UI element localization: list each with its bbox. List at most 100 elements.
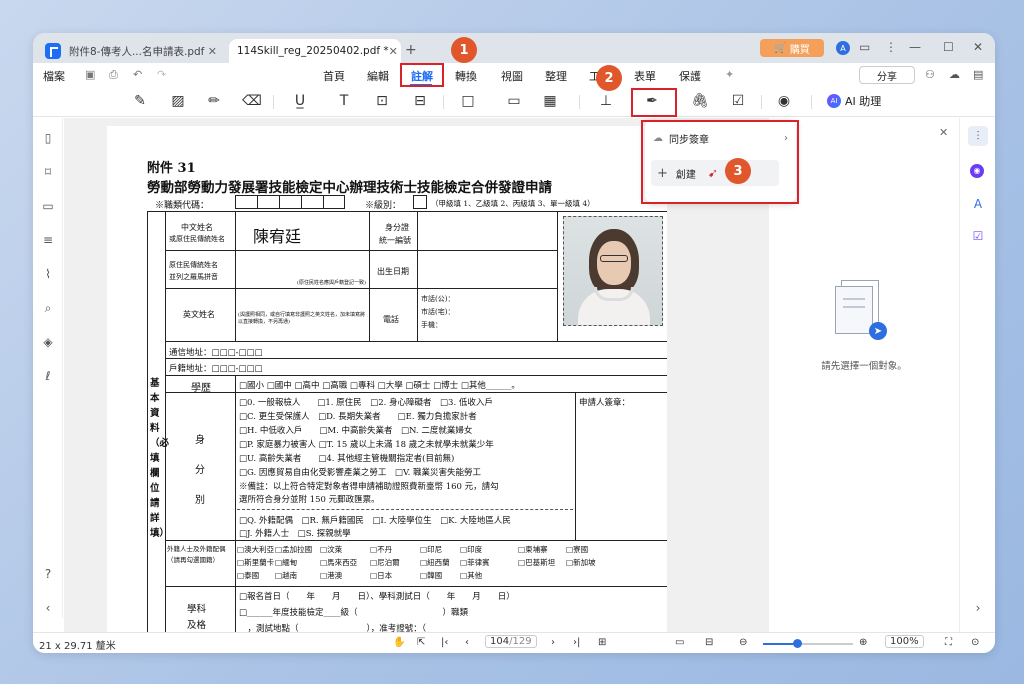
- annotation-toolbar: ✎ ▨ ✏ ⌫ U̲ T ⊡ ⊟ □ ▭ ▦ ⊥ ✒ 🖇 ☑ ◉ AI AI 助理: [33, 87, 995, 117]
- side-label: 基 本 資 料（必填欄位請詳填）: [150, 378, 170, 539]
- tab-document-1[interactable]: 附件8-傳考人...名申請表.pdf ✕: [45, 39, 225, 63]
- attachment-icon[interactable]: 🖇: [689, 90, 711, 112]
- settings-icon[interactable]: ⊙: [971, 637, 979, 648]
- menu-protect[interactable]: 保護: [679, 68, 701, 84]
- tab-document-2[interactable]: 114Skill_reg_20250402.pdf * ✕: [229, 39, 401, 63]
- doc-title: 勞動部勞動力發展署技能檢定中心辦理技術士技能檢定合併發證申請: [147, 180, 552, 196]
- menu-form[interactable]: 表單: [634, 68, 656, 84]
- shape-icon[interactable]: □: [457, 90, 479, 112]
- menu-file[interactable]: 檔案: [43, 68, 65, 84]
- stamp-icon[interactable]: ⊥: [595, 90, 617, 112]
- hand-tool-icon[interactable]: ✋: [393, 637, 405, 648]
- callout-icon[interactable]: ⊟: [409, 90, 431, 112]
- underline-icon[interactable]: U̲: [289, 90, 311, 112]
- country-option: □日本: [370, 571, 393, 580]
- edu-options: □國小 □國中 □高中 □高職 □專科 □大學 □碩士 □博士 □其他_____…: [239, 381, 520, 391]
- country-option: □汶萊: [320, 545, 343, 554]
- fullscreen-icon[interactable]: ⛶: [945, 637, 952, 648]
- note-icon[interactable]: ▭: [503, 90, 525, 112]
- save-icon[interactable]: ▣: [85, 68, 95, 81]
- app-window: 附件8-傳考人...名申請表.pdf ✕ 114Skill_reg_202504…: [33, 33, 995, 653]
- attachment-icon[interactable]: ⌇: [40, 266, 56, 282]
- new-tab-icon[interactable]: +: [405, 42, 417, 58]
- properties-icon[interactable]: ⫶: [968, 126, 988, 146]
- collapse-icon[interactable]: ‹: [40, 600, 56, 616]
- zoom-in-icon[interactable]: ⊕: [859, 637, 867, 648]
- close-icon[interactable]: ✕: [208, 45, 217, 58]
- country-option: □越南: [275, 571, 298, 580]
- layers-list-icon[interactable]: ≡: [40, 232, 56, 248]
- window-close-icon[interactable]: ✕: [973, 40, 983, 54]
- org-icon[interactable]: ⚇: [925, 68, 935, 81]
- zoom-out-icon[interactable]: ⊖: [739, 637, 747, 648]
- identity-note: 選所符合身分並附 150 元郵政匯票。: [239, 495, 380, 505]
- print-icon[interactable]: ⎙: [109, 68, 118, 82]
- applicant-signature: 申請人簽章：: [579, 398, 631, 408]
- tab-bar: 附件8-傳考人...名申請表.pdf ✕ 114Skill_reg_202504…: [33, 33, 995, 63]
- close-icon[interactable]: ✕: [389, 45, 398, 58]
- more-icon[interactable]: ⋮: [885, 40, 897, 54]
- last-page-icon[interactable]: ›|: [573, 637, 580, 648]
- zoom-level[interactable]: 100%: [885, 635, 924, 648]
- menu-convert[interactable]: 轉換: [455, 68, 477, 84]
- area-highlight-icon[interactable]: ▨: [167, 90, 189, 112]
- help-icon[interactable]: ?: [40, 566, 56, 582]
- undo-icon[interactable]: ↶: [133, 68, 142, 81]
- maximize-icon[interactable]: ☐: [943, 40, 954, 54]
- next-page-icon[interactable]: ›: [551, 637, 555, 648]
- ai-help-button[interactable]: AI AI 助理: [827, 93, 881, 109]
- empty-selection-text: 請先選擇一個對象。: [821, 361, 907, 372]
- redo-icon[interactable]: ↷: [157, 68, 166, 81]
- subject-row: □報名首日（ 年 月 日）、學科測試日（ 年 月 日）: [239, 592, 515, 602]
- applicant-photo: [563, 216, 663, 326]
- measure-icon[interactable]: ▦: [539, 90, 561, 112]
- text-icon[interactable]: T: [333, 90, 355, 112]
- edit-doc-icon[interactable]: ☑: [727, 90, 749, 112]
- layers-icon[interactable]: ◈: [40, 334, 56, 350]
- left-sidebar: ▯ ⌑ ▭ ≡ ⌇ ⌕ ◈ ℓ ? ‹: [33, 118, 63, 618]
- expand-icon[interactable]: ›: [970, 600, 986, 616]
- panel-icon[interactable]: ▤: [973, 68, 983, 81]
- menu-organize[interactable]: 整理: [545, 68, 567, 84]
- share-button[interactable]: 分享: [859, 66, 915, 84]
- highlight-icon[interactable]: ✎: [129, 90, 151, 112]
- page-icon[interactable]: ▯: [40, 130, 56, 146]
- buy-button[interactable]: 🛒 購買: [760, 39, 824, 57]
- checklist-icon[interactable]: ☑: [970, 228, 986, 244]
- eye-icon[interactable]: ◉: [773, 90, 795, 112]
- pencil-icon[interactable]: ✏: [203, 90, 225, 112]
- country-option: □印尼: [420, 545, 443, 554]
- zoom-slider[interactable]: [763, 639, 853, 648]
- minimize-icon[interactable]: —: [909, 40, 921, 54]
- cloud-upload-icon[interactable]: ☁: [949, 68, 960, 81]
- select-tool-icon[interactable]: ⇱: [417, 637, 425, 648]
- code-boxes: [235, 195, 345, 209]
- signature-panel-icon[interactable]: ℓ: [40, 368, 56, 384]
- search-icon[interactable]: ⌕: [40, 300, 56, 316]
- eraser-icon[interactable]: ⌫: [241, 90, 263, 112]
- translate-icon[interactable]: A: [970, 196, 986, 212]
- page-layout-icon[interactable]: ▭: [675, 637, 684, 648]
- ai-robot-icon[interactable]: ◉: [970, 164, 984, 178]
- layout-icon[interactable]: ⊟: [705, 637, 713, 648]
- country-option: □印度: [460, 545, 483, 554]
- message-icon[interactable]: ▭: [859, 40, 870, 54]
- prev-page-icon[interactable]: ‹: [465, 637, 469, 648]
- comment-icon[interactable]: ▭: [40, 198, 56, 214]
- textbox-icon[interactable]: ⊡: [371, 90, 393, 112]
- menu-home[interactable]: 首頁: [323, 68, 345, 84]
- step-badge-1: 1: [451, 37, 477, 63]
- lightbulb-icon[interactable]: ✦: [725, 68, 734, 81]
- fit-page-icon[interactable]: ⊞: [598, 637, 606, 648]
- page-number-input[interactable]: 104/129: [485, 635, 537, 648]
- bookmark-icon[interactable]: ⌑: [40, 164, 56, 180]
- identity-row: □J. 外籍人士 □S. 探親就學: [239, 529, 351, 539]
- menu-edit[interactable]: 編輯: [367, 68, 389, 84]
- identity-label: 身 分 別: [195, 435, 205, 506]
- close-icon[interactable]: ✕: [939, 126, 948, 139]
- avatar[interactable]: A: [836, 41, 850, 55]
- first-page-icon[interactable]: |‹: [441, 637, 448, 648]
- name-sub: 或原住民傳統姓名: [169, 235, 225, 243]
- menu-view[interactable]: 視圖: [501, 68, 523, 84]
- level-label: ※級別：: [365, 201, 402, 211]
